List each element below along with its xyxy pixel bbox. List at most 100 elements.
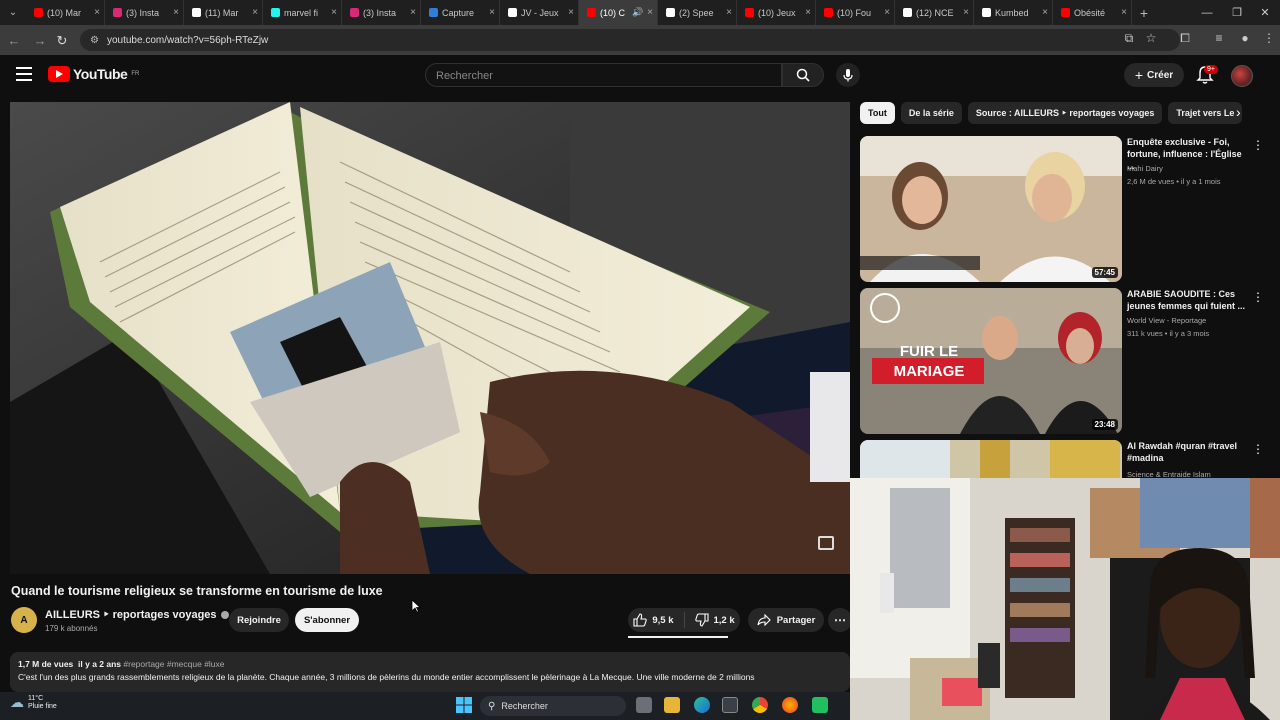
- channel-name[interactable]: AILLEURS ‣ reportages voyages: [45, 608, 229, 621]
- reload-button[interactable]: ↻: [50, 33, 74, 49]
- recommendation-channel[interactable]: Mahi Dairy: [1127, 164, 1163, 173]
- url-field[interactable]: ⚙ youtube.com/watch?v=56ph-RTeZjw: [80, 29, 1180, 51]
- tab-close-icon[interactable]: ×: [1121, 7, 1127, 18]
- browser-tab-bar: ⌄ (10) Mar × (3) Insta × (11) Mar × marvel fi ×…: [0, 0, 1280, 25]
- tab-close-icon[interactable]: ×: [1042, 7, 1048, 18]
- more-vertical-icon[interactable]: ⋮: [1252, 290, 1264, 304]
- taskbar-search[interactable]: ⚲ Rechercher: [480, 696, 626, 716]
- recommendation-item[interactable]: FUIR LE MARIAGE 23:48 ARABIE SAOUDITE : …: [860, 288, 1264, 434]
- cast-icon[interactable]: ⧉: [1120, 31, 1138, 46]
- filter-chip[interactable]: Source : AILLEURS ‣ reportages voyages: [967, 102, 1163, 124]
- browser-tab[interactable]: (12) NCE ×: [895, 0, 974, 25]
- video-duration: 23:48: [1091, 419, 1118, 430]
- more-actions-button[interactable]: ⋯: [828, 608, 852, 632]
- browser-tab[interactable]: Capture ×: [421, 0, 500, 25]
- hashtags[interactable]: #reportage #mecque #luxe: [123, 659, 224, 669]
- new-tab-button[interactable]: +: [1132, 5, 1156, 21]
- filter-chip[interactable]: Tout: [860, 102, 895, 124]
- tab-search-icon[interactable]: ⌄: [0, 0, 26, 25]
- bookmark-star-icon[interactable]: ☆: [1142, 31, 1160, 45]
- voice-search-button[interactable]: [836, 63, 860, 87]
- tab-close-icon[interactable]: ×: [252, 7, 258, 18]
- tab-close-icon[interactable]: ×: [410, 7, 416, 18]
- verified-icon: [220, 610, 229, 619]
- account-avatar[interactable]: [1231, 65, 1253, 87]
- browser-tab[interactable]: JV - Jeux ×: [500, 0, 579, 25]
- site-info-icon[interactable]: ⚙: [90, 35, 99, 46]
- youtube-play-icon: [48, 66, 70, 82]
- browser-tab[interactable]: (10) Fou ×: [816, 0, 895, 25]
- firefox-icon[interactable]: [782, 697, 798, 713]
- windows-start-icon[interactable]: [456, 697, 472, 713]
- store-icon[interactable]: [722, 697, 738, 713]
- menu-icon[interactable]: [16, 67, 32, 81]
- tab-close-icon[interactable]: ×: [173, 7, 179, 18]
- recommendation-title[interactable]: Al Rawdah #quran #travel #madina: [1127, 440, 1247, 464]
- youtube-logo[interactable]: YouTube FR: [48, 66, 139, 82]
- browser-tab[interactable]: (2) Spee ×: [658, 0, 737, 25]
- recommendation-thumbnail[interactable]: 57:45: [860, 136, 1122, 282]
- tab-close-icon[interactable]: ×: [884, 7, 890, 18]
- close-window-button[interactable]: ✕: [1250, 0, 1280, 25]
- recommendation-item[interactable]: 57:45 Enquête exclusive - Foi, fortune, …: [860, 136, 1264, 282]
- tab-favicon-icon: [666, 8, 675, 17]
- create-button[interactable]: + Créer: [1124, 63, 1184, 87]
- search-button[interactable]: [782, 63, 824, 87]
- weather-widget[interactable]: ☁ 11°C Pluie fine: [10, 694, 57, 711]
- like-count: 9,5 k: [652, 614, 674, 626]
- tab-favicon-icon: [34, 8, 43, 17]
- chevron-right-icon[interactable]: ›: [1236, 104, 1241, 120]
- dislike-button[interactable]: 1,2 k: [685, 613, 735, 627]
- maximize-button[interactable]: ❐: [1222, 0, 1252, 25]
- edge-browser-icon[interactable]: [694, 697, 710, 713]
- browser-menu-icon[interactable]: ⋮: [1260, 31, 1278, 45]
- more-vertical-icon[interactable]: ⋮: [1252, 138, 1264, 152]
- video-player[interactable]: [10, 102, 850, 574]
- recommendation-title[interactable]: ARABIE SAOUDITE : Ces jeunes femmes qui …: [1127, 288, 1247, 312]
- chrome-icon[interactable]: [752, 697, 768, 713]
- tab-close-icon[interactable]: ×: [331, 7, 337, 18]
- tab-audio-icon[interactable]: 🔊: [632, 7, 643, 18]
- channel-watermark-icon[interactable]: [818, 536, 834, 550]
- browser-tab[interactable]: (3) Insta ×: [342, 0, 421, 25]
- recommendation-item[interactable]: Al Rawdah #quran #travel #madina Science…: [860, 440, 1260, 480]
- tab-close-icon[interactable]: ×: [489, 7, 495, 18]
- tab-close-icon[interactable]: ×: [647, 7, 653, 18]
- recommendation-channel[interactable]: World View - Reportage: [1127, 316, 1206, 325]
- back-button[interactable]: ←: [2, 33, 26, 48]
- file-explorer-icon[interactable]: [664, 697, 680, 713]
- media-controls-icon[interactable]: ≡: [1210, 31, 1228, 45]
- profile-icon[interactable]: ●: [1236, 31, 1254, 45]
- video-title: Quand le tourisme religieux se transform…: [11, 584, 383, 598]
- share-button[interactable]: Partager: [748, 608, 824, 632]
- browser-tab[interactable]: Kumbed ×: [974, 0, 1053, 25]
- tab-close-icon[interactable]: ×: [94, 7, 100, 18]
- recommendation-thumbnail[interactable]: [860, 440, 1122, 480]
- channel-avatar[interactable]: A: [11, 607, 37, 633]
- join-button[interactable]: Rejoindre: [229, 608, 289, 632]
- tab-close-icon[interactable]: ×: [726, 7, 732, 18]
- filter-chip[interactable]: De la série: [900, 102, 962, 124]
- app-icon[interactable]: [812, 697, 828, 713]
- more-vertical-icon[interactable]: ⋮: [1252, 442, 1260, 456]
- browser-tab[interactable]: (10) Mar ×: [26, 0, 105, 25]
- subscribe-button[interactable]: S'abonner: [295, 608, 359, 632]
- browser-tab[interactable]: Obésité ×: [1053, 0, 1132, 25]
- search-input[interactable]: Rechercher: [425, 63, 782, 87]
- video-description[interactable]: 1,7 M de vues il y a 2 ans #reportage #m…: [10, 652, 850, 692]
- minimize-button[interactable]: —: [1192, 0, 1222, 25]
- recommendation-thumbnail[interactable]: FUIR LE MARIAGE 23:48: [860, 288, 1122, 434]
- browser-tab[interactable]: (11) Mar ×: [184, 0, 263, 25]
- browser-tab[interactable]: (3) Insta ×: [105, 0, 184, 25]
- like-button[interactable]: 9,5 k: [633, 612, 685, 628]
- tab-close-icon[interactable]: ×: [805, 7, 811, 18]
- tab-close-icon[interactable]: ×: [963, 7, 969, 18]
- forward-button[interactable]: →: [28, 33, 52, 48]
- browser-tab[interactable]: (10) C 🔊 ×: [579, 0, 658, 25]
- tab-close-icon[interactable]: ×: [568, 7, 574, 18]
- browser-tab[interactable]: (10) Jeux ×: [737, 0, 816, 25]
- task-view-icon[interactable]: [636, 697, 652, 713]
- browser-tab[interactable]: marvel fi ×: [263, 0, 342, 25]
- filter-chip[interactable]: Trajet vers Le: [1168, 102, 1243, 124]
- extensions-icon[interactable]: ⧠: [1176, 31, 1194, 46]
